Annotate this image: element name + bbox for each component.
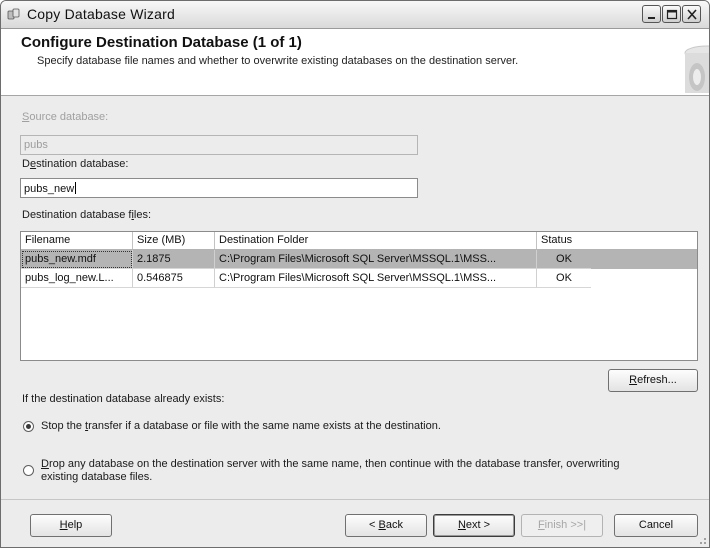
cell-filename[interactable]: pubs_log_new.L... [21,269,133,288]
destination-database-input[interactable]: pubs_new [20,178,418,198]
table-row[interactable]: pubs_new.mdf 2.1875 C:\Program Files\Mic… [21,250,697,269]
source-database-label: Source database: [22,111,109,123]
table-row[interactable]: pubs_log_new.L... 0.546875 C:\Program Fi… [21,269,697,288]
text-caret [75,182,77,194]
maximize-button[interactable] [662,5,681,23]
minimize-icon [648,17,655,19]
cell-destination-folder[interactable]: C:\Program Files\Microsoft SQL Server\MS… [215,250,537,269]
column-header-filename[interactable]: Filename [21,232,133,249]
footer-separator [1,499,709,500]
source-database-field: pubs [20,135,418,155]
wizard-app-icon [7,7,21,21]
help-button[interactable]: Help [30,514,112,537]
page-subtitle: Specify database file names and whether … [37,55,519,67]
cell-status: OK [537,250,591,269]
column-header-destination-folder[interactable]: Destination Folder [215,232,537,249]
refresh-button[interactable]: Refresh... [608,369,698,392]
cell-status: OK [537,269,591,288]
radio-selected-dot [26,424,31,429]
database-banner-icon [684,45,709,93]
wizard-header: Configure Destination Database (1 of 1) … [1,29,709,96]
close-icon [687,9,697,20]
cell-destination-folder[interactable]: C:\Program Files\Microsoft SQL Server\MS… [215,269,537,288]
title-bar[interactable]: Copy Database Wizard [1,1,709,29]
next-button[interactable]: Next > [433,514,515,537]
window-title: Copy Database Wizard [27,6,175,22]
maximize-icon [666,9,678,20]
destination-database-label: Destination database: [22,158,129,170]
grid-header-row: Filename Size (MB) Destination Folder St… [21,232,697,250]
finish-button[interactable]: Finish >>| [521,514,603,537]
cancel-button[interactable]: Cancel [614,514,698,537]
destination-files-grid[interactable]: Filename Size (MB) Destination Folder St… [20,231,698,361]
column-header-size[interactable]: Size (MB) [133,232,215,249]
cell-size[interactable]: 0.546875 [133,269,215,288]
if-exists-label: If the destination database already exis… [22,393,225,405]
resize-grip-icon[interactable] [697,535,707,545]
cell-size[interactable]: 2.1875 [133,250,215,269]
copy-database-wizard-window: Copy Database Wizard Configure Destinati… [0,0,710,548]
back-button[interactable]: < Back [345,514,427,537]
stop-transfer-label[interactable]: Stop the transfer if a database or file … [41,420,441,432]
stop-transfer-radio[interactable] [23,421,34,432]
destination-files-label: Destination database files: [22,209,152,221]
page-title: Configure Destination Database (1 of 1) [21,34,302,51]
drop-database-label[interactable]: Drop any database on the destination ser… [41,458,619,484]
minimize-button[interactable] [642,5,661,23]
drop-database-radio[interactable] [23,465,34,476]
cell-filename[interactable]: pubs_new.mdf [21,250,133,269]
column-header-status[interactable]: Status [537,232,697,249]
close-button[interactable] [682,5,701,23]
